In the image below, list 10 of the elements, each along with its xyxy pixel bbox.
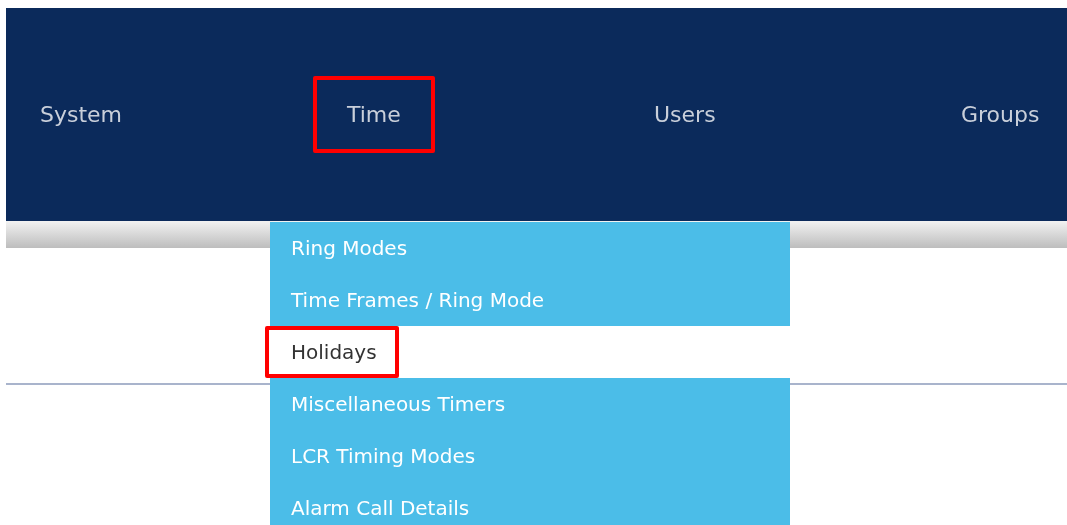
- menu-item-label: Ring Modes: [290, 235, 409, 262]
- menu-item-label: Time Frames / Ring Mode: [290, 287, 546, 314]
- menu-item-label: LCR Timing Modes: [290, 443, 477, 470]
- nav-tab[interactable]: Time: [313, 76, 435, 153]
- nav-tab[interactable]: Groups: [927, 76, 1067, 153]
- menu-item-label: Holidays: [265, 326, 399, 378]
- menu-item-label: Miscellaneous Timers: [290, 391, 507, 418]
- menu-item-label: Alarm Call Details: [290, 495, 471, 522]
- nav-tab[interactable]: System: [6, 76, 157, 153]
- nav-tab[interactable]: Users: [620, 76, 750, 153]
